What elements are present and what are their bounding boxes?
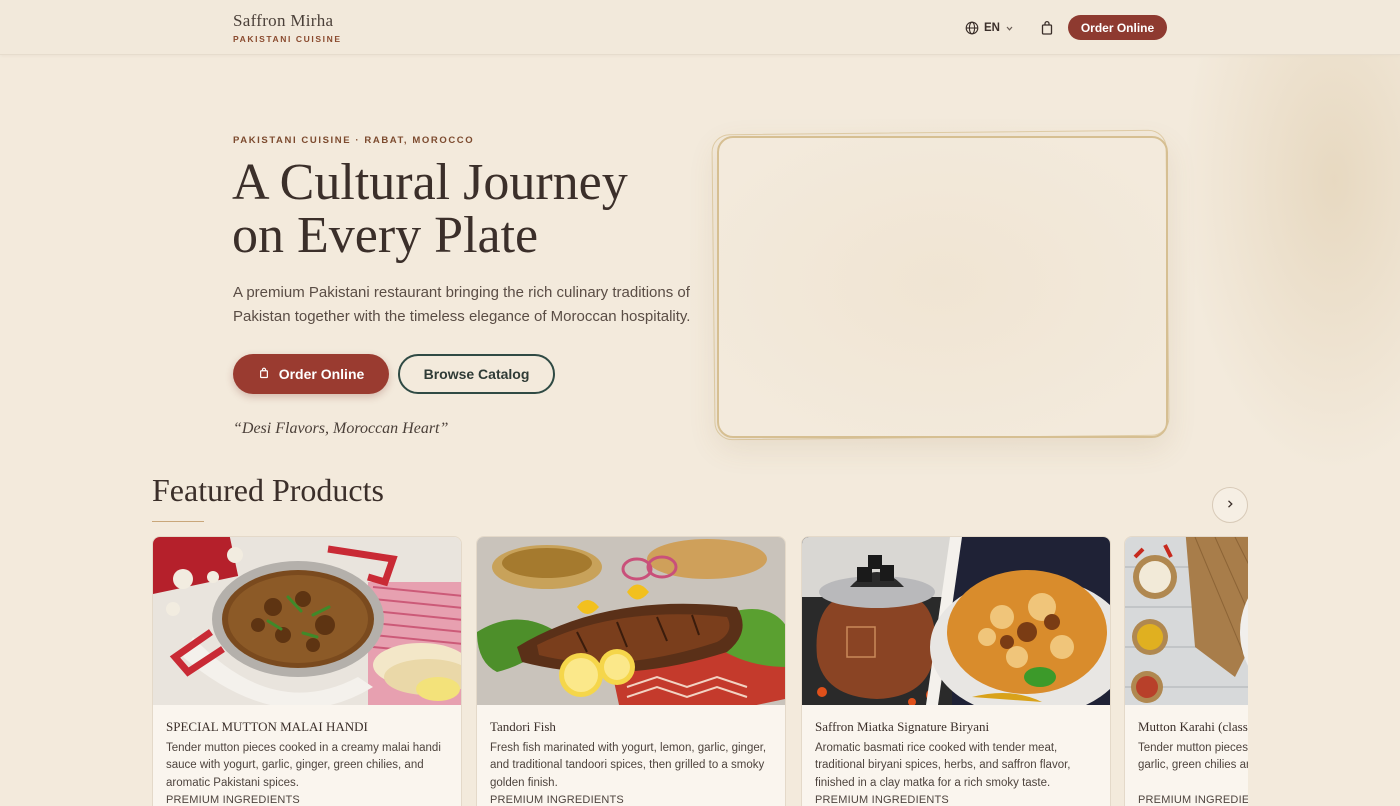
product-tag: PREMIUM INGREDIENTS xyxy=(1138,794,1248,806)
product-description: Tender mutton pieces cooked with tomatoe… xyxy=(1138,742,1248,772)
product-tag: PREMIUM INGREDIENTS xyxy=(166,794,300,806)
product-image-mutton-karahi xyxy=(1125,537,1248,705)
site-header: Saffron Mirha PAKISTANI CUISINE EN Order… xyxy=(0,0,1400,55)
language-selector[interactable]: EN xyxy=(965,19,1014,37)
hero-description: A premium Pakistani restaurant bringing … xyxy=(233,284,691,325)
product-image-biryani xyxy=(802,537,1110,705)
brand-name[interactable]: Saffron Mirha xyxy=(233,11,333,31)
product-description: Aromatic basmati rice cooked with tender… xyxy=(815,742,1071,789)
product-description: Fresh fish marinated with yogurt, lemon,… xyxy=(490,742,767,789)
browse-catalog-button[interactable]: Browse Catalog xyxy=(398,354,555,394)
shopping-bag-icon[interactable] xyxy=(1039,20,1055,36)
product-image-tandori-fish xyxy=(477,537,785,705)
language-label: EN xyxy=(984,22,1000,34)
hero-eyebrow: PAKISTANI CUISINE · RABAT, MOROCCO xyxy=(233,135,475,146)
product-tag: PREMIUM INGREDIENTS xyxy=(815,794,949,806)
hero-title-line-1: A Cultural Journey xyxy=(232,154,628,211)
brand-subtitle: PAKISTANI CUISINE xyxy=(233,34,342,44)
product-card[interactable]: SPECIAL MUTTON MALAI HANDI Tender mutton… xyxy=(152,536,462,806)
shopping-bag-icon xyxy=(258,366,270,382)
product-card[interactable]: Saffron Miatka Signature Biryani Aromati… xyxy=(801,536,1111,806)
product-name: SPECIAL MUTTON MALAI HANDI xyxy=(166,719,368,734)
product-image-mutton-malai-handi xyxy=(153,537,461,705)
carousel-next-button[interactable] xyxy=(1212,487,1248,523)
order-online-label: Order Online xyxy=(278,366,365,382)
hero-title-line-2: on Every Plate xyxy=(232,207,539,264)
chevron-down-icon xyxy=(1005,24,1014,33)
order-online-button[interactable]: Order Online xyxy=(1068,15,1167,40)
product-name: Saffron Miatka Signature Biryani xyxy=(815,719,990,734)
featured-products-title: Featured Products xyxy=(152,472,384,508)
product-name: Mutton Karahi (classic) xyxy=(1138,719,1248,734)
product-tag: PREMIUM INGREDIENTS xyxy=(490,794,624,806)
hero-background-glow xyxy=(1180,55,1400,475)
product-card[interactable]: Tandori Fish Fresh fish marinated with y… xyxy=(476,536,786,806)
featured-products-carousel: SPECIAL MUTTON MALAI HANDI Tender mutton… xyxy=(152,536,1248,806)
hero-title: A Cultural Journey on Every Plate xyxy=(232,156,692,262)
featured-title-underline xyxy=(152,521,204,522)
hero-order-online-button[interactable]: Order Online xyxy=(233,354,389,394)
globe-icon xyxy=(965,21,979,35)
product-card[interactable]: Mutton Karahi (classic) Tender mutton pi… xyxy=(1124,536,1248,806)
product-name: Tandori Fish xyxy=(490,719,556,734)
chevron-right-icon xyxy=(1225,496,1235,514)
hero-image-frame xyxy=(717,136,1168,438)
hero-tagline: “Desi Flavors, Moroccan Heart” xyxy=(233,420,449,437)
product-description: Tender mutton pieces cooked in a creamy … xyxy=(166,742,441,789)
